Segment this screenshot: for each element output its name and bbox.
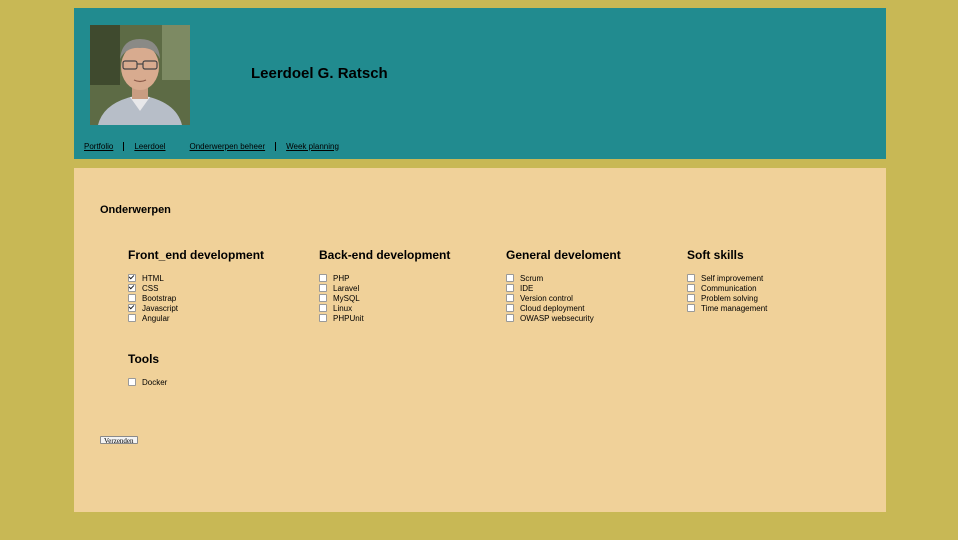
topic-group-back-end: Back-end development PHP Laravel MySQL L… — [319, 248, 450, 323]
site-header: Leerdoel G. Ratsch Portfolio Leerdoel On… — [74, 8, 886, 159]
option-label: CSS — [142, 283, 159, 293]
checkbox[interactable] — [687, 284, 695, 292]
option-label: MySQL — [333, 293, 360, 303]
option-label: Javascript — [142, 303, 179, 313]
option-label: Communication — [701, 283, 757, 293]
group-title: Tools — [128, 352, 160, 366]
option-label: Bootstrap — [142, 293, 177, 303]
submit-button[interactable]: Verzenden — [100, 436, 138, 445]
checkbox[interactable] — [128, 304, 136, 312]
option-label: Time management — [701, 303, 768, 313]
checkbox[interactable] — [128, 284, 136, 292]
checkbox[interactable] — [128, 294, 136, 302]
option-phpunit[interactable]: PHPUnit — [319, 313, 450, 323]
option-label: IDE — [520, 283, 534, 293]
option-label: Problem solving — [701, 293, 758, 303]
checkbox[interactable] — [687, 304, 695, 312]
checkbox[interactable] — [128, 274, 136, 282]
group-title: Front_end development — [128, 248, 265, 262]
nav-link-leerdoel[interactable]: Leerdoel — [134, 142, 165, 151]
option-ide[interactable]: IDE — [506, 283, 621, 293]
checkbox[interactable] — [687, 294, 695, 302]
page-title: Onderwerpen — [100, 204, 171, 216]
nav-separator — [275, 141, 277, 151]
content-panel: Onderwerpen Front_end development HTML C… — [74, 168, 886, 512]
option-html[interactable]: HTML — [128, 273, 264, 283]
option-php[interactable]: PHP — [319, 273, 450, 283]
option-cloud-deployment[interactable]: Cloud deployment — [506, 303, 621, 313]
option-mysql[interactable]: MySQL — [319, 293, 450, 303]
checkbox[interactable] — [319, 274, 327, 282]
checkbox[interactable] — [319, 284, 327, 292]
option-javascript[interactable]: Javascript — [128, 303, 264, 313]
checkbox[interactable] — [128, 378, 136, 386]
option-label: PHP — [333, 273, 350, 283]
option-label: Linux — [333, 303, 353, 313]
topic-group-front-end: Front_end development HTML CSS Bootstrap… — [128, 248, 264, 323]
option-label: Angular — [142, 313, 170, 323]
nav-link-onderwerpen-beheer[interactable]: Onderwerpen beheer — [190, 142, 266, 151]
option-label: Scrum — [520, 273, 544, 283]
checkbox[interactable] — [687, 274, 695, 282]
nav-separator — [123, 141, 125, 151]
option-scrum[interactable]: Scrum — [506, 273, 621, 283]
option-version-control[interactable]: Version control — [506, 293, 621, 303]
checkbox[interactable] — [506, 304, 514, 312]
site-title: Leerdoel G. Ratsch — [251, 65, 388, 82]
option-problem-solving[interactable]: Problem solving — [687, 293, 767, 303]
main-nav: Portfolio Leerdoel Onderwerpen beheer We… — [84, 140, 339, 152]
option-label: Laravel — [333, 283, 360, 293]
checkbox[interactable] — [506, 294, 514, 302]
option-label: Cloud deployment — [520, 303, 585, 313]
checkbox[interactable] — [319, 314, 327, 322]
nav-link-portfolio[interactable]: Portfolio — [84, 142, 113, 151]
option-label: HTML — [142, 273, 164, 283]
option-label: PHPUnit — [333, 313, 364, 323]
option-laravel[interactable]: Laravel — [319, 283, 450, 293]
option-label: OWASP websecurity — [520, 313, 594, 323]
group-title: Back-end development — [319, 248, 451, 262]
profile-photo — [90, 25, 190, 125]
checkbox[interactable] — [128, 314, 136, 322]
option-self-improvement[interactable]: Self improvement — [687, 273, 767, 283]
topic-group-soft-skills: Soft skills Self improvement Communicati… — [687, 248, 767, 313]
option-bootstrap[interactable]: Bootstrap — [128, 293, 264, 303]
option-docker[interactable]: Docker — [128, 377, 167, 387]
option-angular[interactable]: Angular — [128, 313, 264, 323]
group-title: Soft skills — [687, 248, 744, 262]
checkbox[interactable] — [506, 284, 514, 292]
option-owasp-websecurity[interactable]: OWASP websecurity — [506, 313, 621, 323]
option-label: Self improvement — [701, 273, 764, 283]
option-time-management[interactable]: Time management — [687, 303, 767, 313]
checkbox[interactable] — [506, 274, 514, 282]
topic-group-general: General develoment Scrum IDE Version con… — [506, 248, 621, 323]
option-linux[interactable]: Linux — [319, 303, 450, 313]
topic-group-tools: Tools Docker — [128, 352, 167, 387]
option-label: Version control — [520, 293, 573, 303]
group-title: General develoment — [506, 248, 621, 262]
avatar — [90, 25, 190, 125]
checkbox[interactable] — [506, 314, 514, 322]
option-css[interactable]: CSS — [128, 283, 264, 293]
nav-link-week-planning[interactable]: Week planning — [286, 142, 339, 151]
option-communication[interactable]: Communication — [687, 283, 767, 293]
checkbox[interactable] — [319, 294, 327, 302]
option-label: Docker — [142, 377, 168, 387]
checkbox[interactable] — [319, 304, 327, 312]
